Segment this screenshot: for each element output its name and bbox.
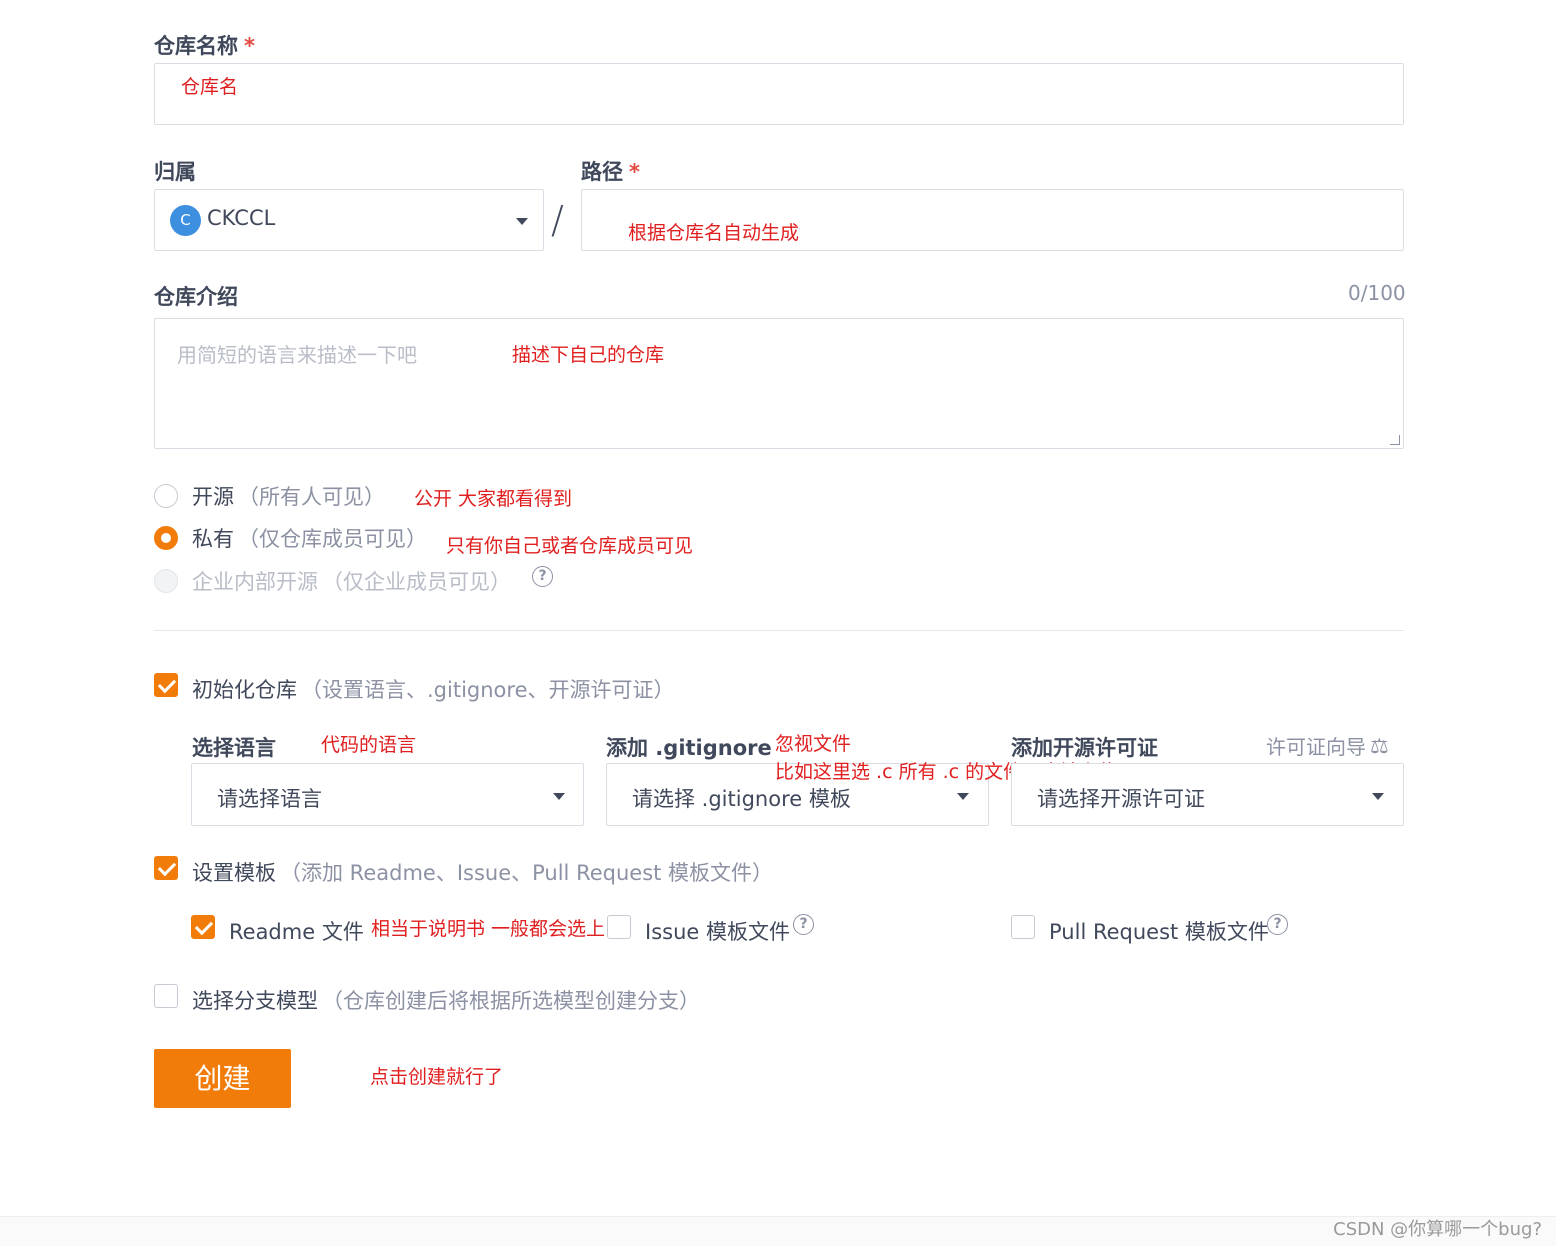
radio-enterprise-label: 企业内部开源 (192, 570, 318, 594)
gitignore-label: 添加 .gitignore (606, 736, 772, 760)
license-guide-text: 许可证向导 (1266, 735, 1366, 759)
help-icon[interactable]: ? (1267, 914, 1288, 935)
branch-model-checkbox[interactable] (154, 984, 178, 1008)
readme-note: 相当于说明书 一般都会选上 (371, 918, 606, 940)
radio-enterprise: 企业内部开源 （仅企业成员可见） (154, 568, 511, 594)
readme-checkbox[interactable] (191, 915, 215, 939)
radio-enterprise-hint: （仅企业成员可见） (322, 570, 511, 594)
init-repo-checkbox[interactable] (154, 673, 178, 697)
chevron-down-icon (957, 793, 969, 800)
description-counter: 0/100 (1348, 281, 1406, 305)
pull-request-label: Pull Request 模板文件 (1049, 920, 1269, 944)
radio-private-hint: （仅仓库成员可见） (238, 527, 427, 551)
path-label: 路径 * (581, 160, 640, 184)
language-select-value: 请选择语言 (217, 787, 322, 811)
templates-checkbox[interactable] (154, 856, 178, 880)
radio-private-note: 只有你自己或者仓库成员可见 (446, 535, 694, 557)
radio-private-label: 私有 (192, 527, 234, 551)
readme-label: Readme 文件 (229, 920, 364, 944)
license-select[interactable]: 请选择开源许可证 (1011, 763, 1404, 826)
path-separator: / (551, 198, 564, 242)
owner-select[interactable]: C CKCCL (154, 189, 544, 251)
language-note: 代码的语言 (321, 734, 417, 756)
owner-label: 归属 (154, 160, 196, 184)
resize-handle-icon[interactable] (1390, 435, 1400, 445)
repo-name-label: 仓库名称 * (154, 34, 255, 58)
owner-value: CKCCL (207, 206, 276, 230)
path-note: 根据仓库名自动生成 (628, 222, 800, 244)
language-label: 选择语言 (192, 736, 276, 760)
radio-enterprise-circle (154, 569, 178, 593)
radio-public-hint: （所有人可见） (238, 485, 385, 509)
templates-hint: （添加 Readme、Issue、Pull Request 模板文件） (280, 861, 774, 885)
description-placeholder: 用简短的语言来描述一下吧 (177, 343, 417, 367)
scale-icon: ⚖ (1370, 733, 1389, 758)
radio-public-circle[interactable] (154, 484, 178, 508)
help-icon[interactable]: ? (532, 566, 553, 587)
license-guide-link[interactable]: 许可证向导 ⚖ (1266, 731, 1389, 760)
pull-request-checkbox[interactable] (1011, 915, 1035, 939)
templates-row: 设置模板 （添加 Readme、Issue、Pull Request 模板文件） (192, 857, 773, 887)
required-mark: * (629, 160, 640, 184)
radio-public[interactable]: 开源 （所有人可见） (154, 483, 385, 509)
issue-checkbox[interactable] (607, 915, 631, 939)
description-note: 描述下自己的仓库 (512, 344, 665, 366)
radio-public-label: 开源 (192, 485, 234, 509)
repo-name-input[interactable] (154, 63, 1404, 125)
description-label: 仓库介绍 (154, 285, 238, 309)
branch-model-label: 选择分支模型 (192, 989, 318, 1013)
description-textarea[interactable]: 用简短的语言来描述一下吧 (154, 318, 1404, 449)
radio-private[interactable]: 私有 （仅仓库成员可见） (154, 525, 427, 551)
watermark: CSDN @你算哪一个bug? (1333, 1219, 1542, 1240)
radio-private-circle[interactable] (154, 526, 178, 550)
chevron-down-icon (1372, 793, 1384, 800)
templates-label: 设置模板 (192, 861, 276, 885)
gitignore-note: 忽视文件 (775, 733, 852, 755)
init-repo-hint: （设置语言、.gitignore、开源许可证） (301, 678, 675, 702)
required-mark: * (244, 34, 255, 58)
init-repo-row: 初始化仓库 （设置语言、.gitignore、开源许可证） (192, 674, 675, 704)
repo-name-note: 仓库名 (181, 76, 239, 98)
owner-avatar: C (170, 205, 201, 236)
license-select-value: 请选择开源许可证 (1037, 787, 1205, 811)
branch-model-hint: （仓库创建后将根据所选模型创建分支） (322, 989, 700, 1013)
language-select[interactable]: 请选择语言 (191, 763, 584, 826)
footer-bar (0, 1216, 1556, 1246)
gitignore-select-value: 请选择 .gitignore 模板 (632, 787, 851, 811)
license-label: 添加开源许可证 (1011, 736, 1158, 760)
radio-public-note: 公开 大家都看得到 (414, 488, 573, 510)
branch-model-row: 选择分支模型 （仓库创建后将根据所选模型创建分支） (192, 985, 700, 1015)
init-repo-label: 初始化仓库 (192, 678, 297, 702)
create-note: 点击创建就行了 (370, 1066, 504, 1088)
chevron-down-icon (553, 793, 565, 800)
create-button[interactable]: 创建 (154, 1049, 291, 1108)
help-icon[interactable]: ? (793, 914, 814, 935)
section-divider (154, 630, 1404, 631)
chevron-down-icon (516, 218, 528, 225)
issue-label: Issue 模板文件 (645, 920, 790, 944)
